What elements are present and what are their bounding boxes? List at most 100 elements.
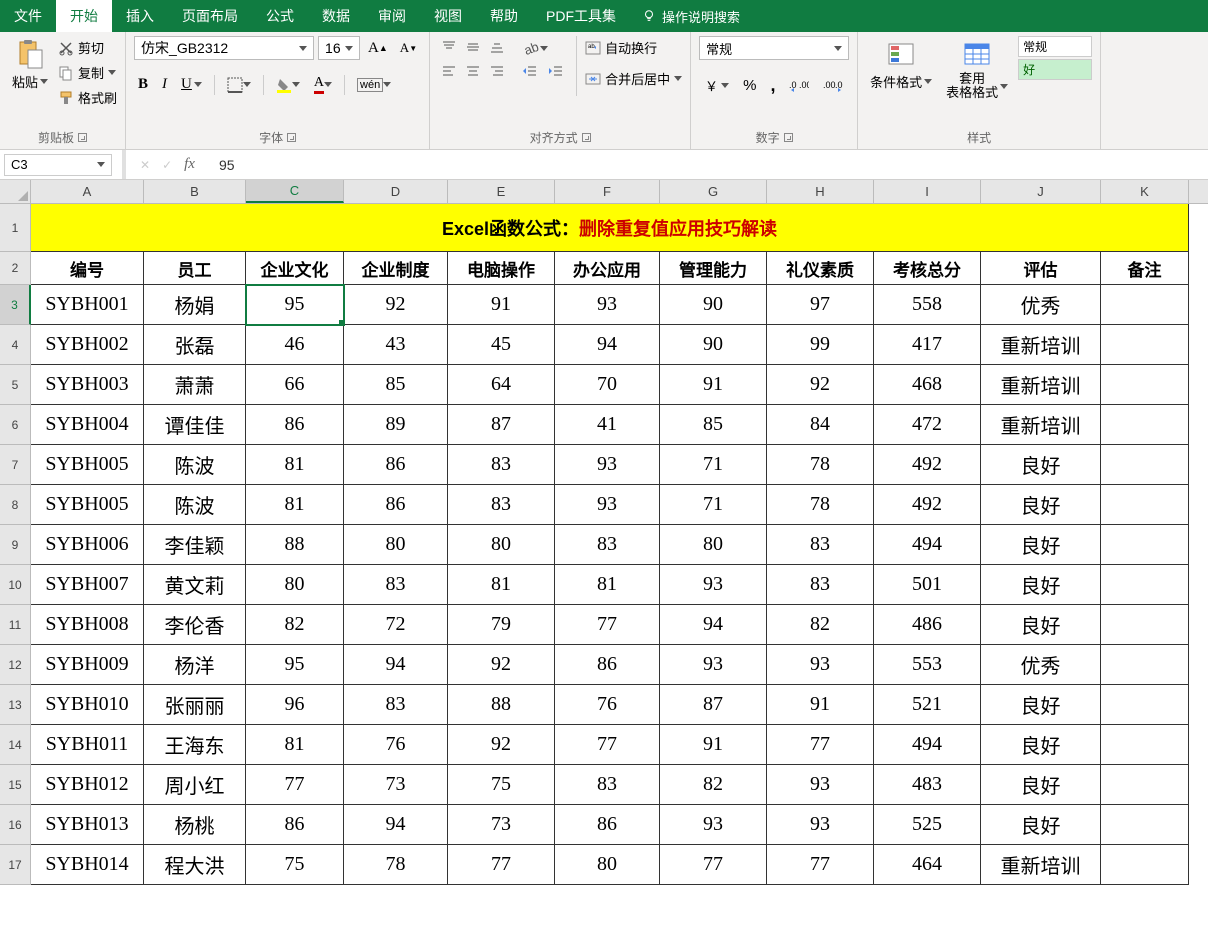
data-cell[interactable]: [1101, 365, 1189, 405]
tab-formulas[interactable]: 公式: [252, 0, 308, 32]
tab-pdf[interactable]: PDF工具集: [532, 0, 630, 32]
header-cell[interactable]: 编号: [31, 252, 144, 285]
data-cell[interactable]: 78: [767, 445, 874, 485]
column-header[interactable]: C: [246, 180, 344, 203]
data-cell[interactable]: 75: [448, 765, 555, 805]
align-left-button[interactable]: [438, 60, 460, 82]
data-cell[interactable]: 83: [448, 485, 555, 525]
data-cell[interactable]: 93: [555, 285, 660, 325]
header-cell[interactable]: 企业制度: [344, 252, 448, 285]
data-cell[interactable]: 64: [448, 365, 555, 405]
name-box[interactable]: C3: [4, 154, 112, 176]
tab-review[interactable]: 审阅: [364, 0, 420, 32]
style-good[interactable]: 好: [1018, 59, 1092, 80]
align-bottom-button[interactable]: [486, 36, 508, 58]
data-cell[interactable]: SYBH012: [31, 765, 144, 805]
row-header[interactable]: 6: [0, 405, 31, 445]
data-cell[interactable]: 90: [660, 285, 767, 325]
data-cell[interactable]: 82: [767, 605, 874, 645]
data-cell[interactable]: 78: [344, 845, 448, 885]
column-header[interactable]: F: [555, 180, 660, 203]
data-cell[interactable]: 93: [767, 645, 874, 685]
tab-view[interactable]: 视图: [420, 0, 476, 32]
column-header[interactable]: G: [660, 180, 767, 203]
data-cell[interactable]: 99: [767, 325, 874, 365]
data-cell[interactable]: 76: [344, 725, 448, 765]
data-cell[interactable]: 78: [767, 485, 874, 525]
merge-center-button[interactable]: 合并后居中: [585, 67, 682, 90]
cut-button[interactable]: 剪切: [58, 36, 117, 59]
data-cell[interactable]: 83: [555, 765, 660, 805]
data-cell[interactable]: 94: [344, 645, 448, 685]
spreadsheet-grid[interactable]: ABCDEFGHIJK 1Excel函数公式：删除重复值应用技巧解读2编号员工企…: [0, 180, 1208, 885]
row-header[interactable]: 8: [0, 485, 31, 525]
copy-button[interactable]: 复制: [58, 61, 117, 84]
data-cell[interactable]: 陈波: [144, 445, 246, 485]
data-cell[interactable]: 77: [660, 845, 767, 885]
data-cell[interactable]: [1101, 685, 1189, 725]
increase-decimal-button[interactable]: .0.00: [785, 75, 813, 97]
row-header[interactable]: 14: [0, 725, 31, 765]
data-cell[interactable]: 81: [555, 565, 660, 605]
column-header[interactable]: H: [767, 180, 874, 203]
data-cell[interactable]: [1101, 565, 1189, 605]
row-header[interactable]: 7: [0, 445, 31, 485]
select-all-button[interactable]: [0, 180, 31, 203]
data-cell[interactable]: [1101, 605, 1189, 645]
data-cell[interactable]: 85: [660, 405, 767, 445]
header-cell[interactable]: 员工: [144, 252, 246, 285]
data-cell[interactable]: 优秀: [981, 285, 1101, 325]
data-cell[interactable]: [1101, 765, 1189, 805]
fill-color-button[interactable]: [272, 74, 304, 96]
data-cell[interactable]: 80: [660, 525, 767, 565]
data-cell[interactable]: 92: [448, 725, 555, 765]
row-header[interactable]: 12: [0, 645, 31, 685]
data-cell[interactable]: 71: [660, 485, 767, 525]
data-cell[interactable]: 83: [767, 565, 874, 605]
format-as-table-button[interactable]: 套用 表格格式: [942, 36, 1012, 103]
align-top-button[interactable]: [438, 36, 460, 58]
data-cell[interactable]: 85: [344, 365, 448, 405]
data-cell[interactable]: 86: [344, 485, 448, 525]
data-cell[interactable]: SYBH009: [31, 645, 144, 685]
data-cell[interactable]: SYBH001: [31, 285, 144, 325]
data-cell[interactable]: 杨洋: [144, 645, 246, 685]
bold-button[interactable]: B: [134, 73, 152, 96]
cell-styles-gallery[interactable]: 常规 好: [1018, 36, 1092, 80]
data-cell[interactable]: 良好: [981, 765, 1101, 805]
increase-indent-button[interactable]: [544, 62, 568, 82]
row-header[interactable]: 9: [0, 525, 31, 565]
data-cell[interactable]: 75: [246, 845, 344, 885]
data-cell[interactable]: 96: [246, 685, 344, 725]
data-cell[interactable]: 73: [448, 805, 555, 845]
data-cell[interactable]: [1101, 525, 1189, 565]
data-cell[interactable]: 重新培训: [981, 405, 1101, 445]
decrease-decimal-button[interactable]: .00.0: [819, 75, 847, 97]
data-cell[interactable]: 83: [448, 445, 555, 485]
decrease-font-button[interactable]: A▼: [396, 37, 421, 59]
data-cell[interactable]: 杨桃: [144, 805, 246, 845]
data-cell[interactable]: 84: [767, 405, 874, 445]
data-cell[interactable]: SYBH008: [31, 605, 144, 645]
data-cell[interactable]: 89: [344, 405, 448, 445]
row-header[interactable]: 15: [0, 765, 31, 805]
data-cell[interactable]: 萧萧: [144, 365, 246, 405]
dialog-launcher-icon[interactable]: [287, 133, 296, 142]
data-cell[interactable]: [1101, 645, 1189, 685]
tell-me-search[interactable]: 操作说明搜索: [630, 0, 752, 32]
data-cell[interactable]: 94: [555, 325, 660, 365]
data-cell[interactable]: SYBH007: [31, 565, 144, 605]
row-header[interactable]: 10: [0, 565, 31, 605]
data-cell[interactable]: 良好: [981, 805, 1101, 845]
data-cell[interactable]: 良好: [981, 525, 1101, 565]
data-cell[interactable]: 黄文莉: [144, 565, 246, 605]
data-cell[interactable]: [1101, 485, 1189, 525]
data-cell[interactable]: [1101, 285, 1189, 325]
data-cell[interactable]: 重新培训: [981, 845, 1101, 885]
tab-data[interactable]: 数据: [308, 0, 364, 32]
data-cell[interactable]: 良好: [981, 565, 1101, 605]
header-cell[interactable]: 企业文化: [246, 252, 344, 285]
data-cell[interactable]: 83: [555, 525, 660, 565]
data-cell[interactable]: SYBH005: [31, 485, 144, 525]
data-cell[interactable]: 92: [767, 365, 874, 405]
